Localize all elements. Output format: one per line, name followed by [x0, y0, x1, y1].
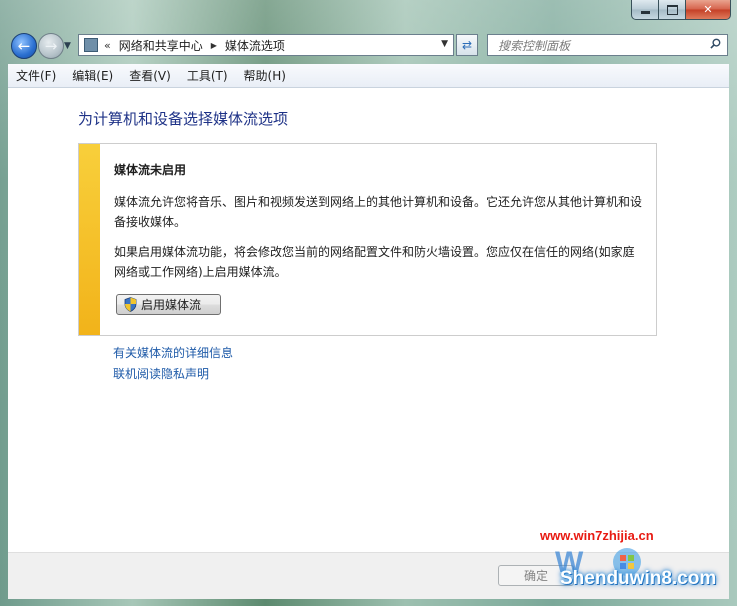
- breadcrumb-overflow[interactable]: «: [104, 39, 111, 52]
- minimize-button[interactable]: [631, 0, 659, 20]
- panel-description: 媒体流允许您将音乐、图片和视频发送到网络上的其他计算机和设备。它还允许您从其他计…: [114, 195, 643, 229]
- back-button[interactable]: ←: [11, 33, 37, 59]
- breadcrumb-media-streaming[interactable]: 媒体流选项: [225, 37, 285, 54]
- address-bar[interactable]: « 网络和共享中心 ▶ 媒体流选项 ▼: [78, 34, 454, 56]
- breadcrumb-network-sharing[interactable]: 网络和共享中心: [119, 37, 203, 54]
- watermark-brand: Shenduwin8.com: [560, 568, 717, 589]
- page-title: 为计算机和设备选择媒体流选项: [78, 110, 289, 128]
- search-input[interactable]: [496, 36, 705, 56]
- control-panel-icon: [84, 38, 98, 52]
- uac-shield-icon: [124, 297, 137, 312]
- enable-media-streaming-button[interactable]: 启用媒体流: [116, 294, 221, 315]
- forward-button[interactable]: →: [38, 33, 64, 59]
- refresh-icon: ⇄: [461, 38, 473, 52]
- close-button[interactable]: ✕: [686, 0, 731, 20]
- search-icon[interactable]: [710, 38, 721, 49]
- media-streaming-details-link[interactable]: 有关媒体流的详细信息: [113, 344, 233, 361]
- recent-pages-dropdown[interactable]: ▼: [64, 41, 71, 51]
- menu-file[interactable]: 文件(F): [8, 67, 64, 84]
- privacy-statement-link[interactable]: 联机阅读隐私声明: [113, 365, 209, 382]
- maximize-icon: [666, 4, 678, 15]
- navigation-bar: ← → ▼ « 网络和共享中心 ▶ 媒体流选项 ▼ ⇄: [0, 30, 737, 62]
- minimize-icon: [640, 10, 650, 14]
- enable-button-label: 启用媒体流: [141, 298, 202, 312]
- warning-stripe: [79, 144, 100, 335]
- content-area: 为计算机和设备选择媒体流选项 媒体流未启用 媒体流允许您将音乐、图片和视频发送到…: [8, 88, 729, 552]
- maximize-button[interactable]: [659, 0, 686, 20]
- refresh-button[interactable]: ⇄: [456, 34, 478, 56]
- watermark-url: www.win7zhijia.cn: [540, 528, 654, 543]
- panel-heading: 媒体流未启用: [114, 163, 187, 177]
- arrow-left-icon: ←: [17, 37, 31, 55]
- caption-buttons: ✕: [631, 0, 731, 20]
- breadcrumb-separator-icon[interactable]: ▶: [211, 41, 217, 50]
- panel-warning-text: 如果启用媒体流功能，将会修改您当前的网络配置文件和防火墙设置。您应仅在信任的网络…: [114, 245, 635, 279]
- search-box[interactable]: [487, 34, 728, 56]
- menu-view[interactable]: 查看(V): [121, 67, 179, 84]
- menu-help[interactable]: 帮助(H): [236, 67, 294, 84]
- status-panel: 媒体流未启用 媒体流允许您将音乐、图片和视频发送到网络上的其他计算机和设备。它还…: [78, 143, 657, 336]
- close-icon: ✕: [703, 3, 713, 16]
- address-dropdown-icon[interactable]: ▼: [441, 39, 448, 49]
- menu-bar: 文件(F) 编辑(E) 查看(V) 工具(T) 帮助(H): [8, 64, 729, 88]
- menu-tools[interactable]: 工具(T): [179, 67, 236, 84]
- menu-edit[interactable]: 编辑(E): [64, 67, 121, 84]
- arrow-right-icon: →: [44, 37, 58, 55]
